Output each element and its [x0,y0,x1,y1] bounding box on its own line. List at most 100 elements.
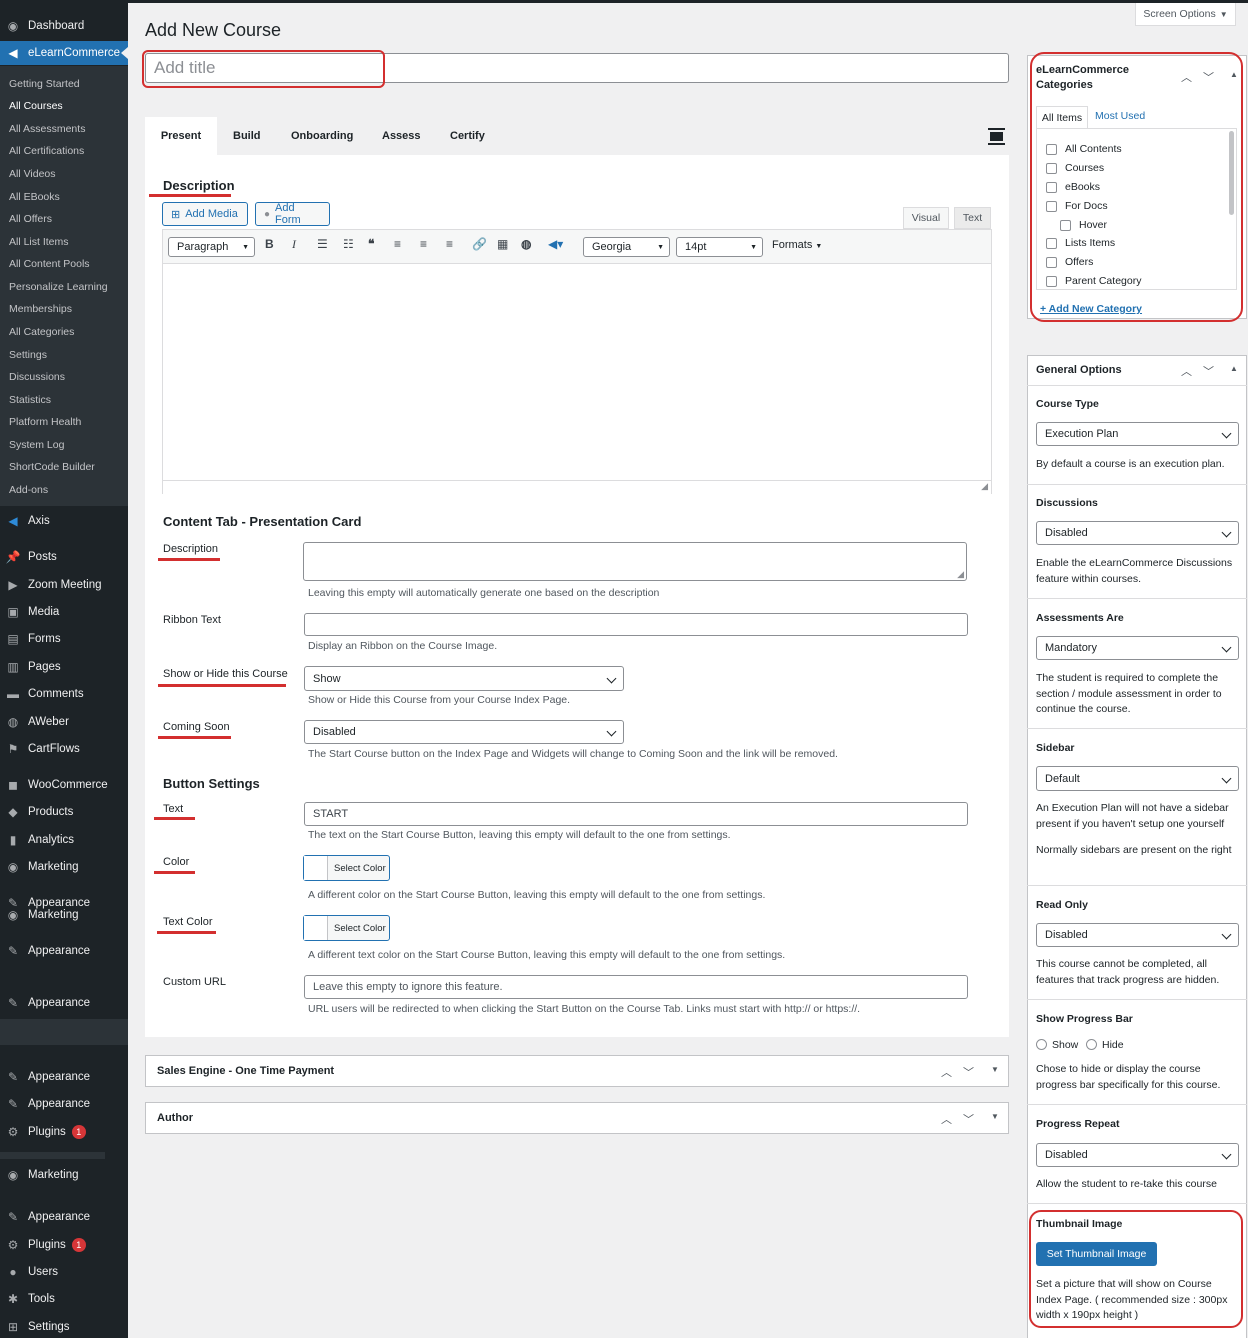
menu-appearance[interactable]: ✎ Appearance [0,1205,128,1229]
progress-hide-radio[interactable] [1086,1039,1097,1050]
add-media-button[interactable]: ⊞ Add Media [162,202,248,226]
menu-analytics[interactable]: ▮ Analytics [0,828,128,852]
menu-aweber[interactable]: ◍ AWeber [0,710,128,734]
submenu-item[interactable]: All EBooks [9,191,60,203]
select-text-color-button[interactable]: Select Color [303,915,390,941]
menu-plugins[interactable]: ⚙ Plugins 1 [0,1233,128,1257]
aweber-icon[interactable]: ◍ [521,237,531,251]
font-family-select[interactable]: Georgia ▼ [583,237,670,257]
menu-posts[interactable]: 📌 Posts [0,545,128,569]
move-up-icon[interactable]: ︿ [941,1064,952,1080]
menu-marketing[interactable]: ◉ Marketing [0,1163,128,1187]
align-right-icon[interactable]: ≡ [446,237,453,251]
submenu-item[interactable]: All List Items [9,236,69,248]
menu-axis[interactable]: ◀ Axis [0,509,128,533]
paragraph-select[interactable]: Paragraph ▼ [168,237,255,257]
button-text-input[interactable]: START [304,802,968,826]
text-tab[interactable]: Text [954,207,991,229]
move-up-icon[interactable]: ︿ [1181,363,1192,379]
move-down-icon[interactable]: ﹀ [963,1111,974,1127]
menu-appearance[interactable]: ✎ Appearance [0,1065,128,1089]
menu-appearance[interactable]: ✎ Appearance [0,991,128,1015]
show-hide-select[interactable]: Show [304,666,624,691]
toggle-panel-icon[interactable]: ▼ [991,1065,999,1074]
custom-url-input[interactable]: Leave this empty to ignore this feature. [304,975,968,999]
menu-elearncommerce[interactable]: ◀ eLearnCommerce [0,41,128,65]
resize-handle-icon[interactable]: ◢ [981,481,988,492]
resize-handle-icon[interactable]: ◢ [957,569,964,580]
menu-marketing[interactable]: ◉ Marketing [0,903,128,927]
menu-settings[interactable]: ⊞ Settings [0,1315,128,1338]
link-icon[interactable]: 🔗 [472,237,487,251]
course-type-select[interactable]: Execution Plan [1036,422,1239,446]
progress-show-radio[interactable] [1036,1039,1047,1050]
submenu-item[interactable]: Platform Health [9,416,81,428]
formats-menu[interactable]: Formats ▼ [772,239,822,251]
tab-present[interactable]: Present [145,117,217,155]
editor-content-area[interactable] [163,264,991,480]
author-box[interactable]: Author ︿ ﹀ ▼ [145,1102,1009,1134]
tab-onboarding[interactable]: Onboarding [291,117,353,155]
tab-build[interactable]: Build [233,117,261,155]
toggle-panel-icon[interactable]: ▼ [991,1112,999,1121]
menu-comments[interactable]: ▬ Comments [0,682,128,706]
submenu-item[interactable]: Memberships [9,303,72,315]
submenu-item[interactable]: Getting Started [9,78,80,90]
tab-assess[interactable]: Assess [382,117,421,155]
submenu-item[interactable]: All Certifications [9,145,84,157]
menu-cartflows[interactable]: ⚑ CartFlows [0,737,128,761]
submenu-item[interactable]: Personalize Learning [9,281,108,293]
italic-icon[interactable]: I [292,237,296,252]
menu-appearance[interactable]: ✎ Appearance [0,1092,128,1116]
discussions-select[interactable]: Disabled [1036,521,1239,545]
submenu-item[interactable]: All Videos [9,168,56,180]
menu-woocommerce[interactable]: ◼ WooCommerce [0,773,128,797]
assessments-select[interactable]: Mandatory [1036,636,1239,660]
font-size-select[interactable]: 14pt ▼ [676,237,763,257]
coming-soon-select[interactable]: Disabled [304,720,624,744]
submenu-item[interactable]: All Categories [9,326,74,338]
blockquote-icon[interactable]: ❝ [368,237,374,251]
menu-appearance[interactable]: ✎ Appearance [0,939,128,963]
submenu-item[interactable]: ShortCode Builder [9,461,95,473]
align-left-icon[interactable]: ≡ [394,237,401,251]
submenu-item[interactable]: Statistics [9,394,51,406]
description-textarea[interactable]: ◢ [303,542,967,581]
menu-users[interactable]: ● Users [0,1260,128,1284]
tab-certify[interactable]: Certify [450,117,485,155]
align-center-icon[interactable]: ≡ [420,237,427,251]
menu-tools[interactable]: ✱ Tools [0,1287,128,1311]
screen-options-button[interactable]: Screen Options ▼ [1135,3,1236,26]
bullet-list-icon[interactable]: ☰ [317,237,328,251]
submenu-item[interactable]: All Content Pools [9,258,90,270]
menu-products[interactable]: ◆ Products [0,800,128,824]
submenu-item[interactable]: Add-ons [9,484,48,496]
submenu-item[interactable]: All Offers [9,213,52,225]
submenu-item[interactable]: All Assessments [9,123,85,135]
sidebar-select[interactable]: Default [1036,766,1239,791]
submenu-item[interactable]: System Log [9,439,64,451]
menu-forms[interactable]: ▤ Forms [0,627,128,651]
submenu-item[interactable]: Settings [9,349,47,361]
submenu-item[interactable]: All Courses [9,100,63,112]
menu-dashboard[interactable]: ◉ Dashboard [0,14,128,38]
menu-marketing[interactable]: ◉ Marketing [0,855,128,879]
toolbar-toggle-icon[interactable]: ▦ [497,237,508,251]
move-down-icon[interactable]: ﹀ [1203,363,1214,379]
menu-zoom-meeting[interactable]: ▶ Zoom Meeting [0,573,128,597]
move-down-icon[interactable]: ﹀ [963,1064,974,1080]
visual-tab[interactable]: Visual [903,207,949,229]
sales-engine-box[interactable]: Sales Engine - One Time Payment ︿ ﹀ ▼ [145,1055,1009,1087]
bold-icon[interactable]: B [265,237,274,251]
select-color-button[interactable]: Select Color [303,855,390,881]
elearncommerce-icon[interactable]: ◀▾ [548,237,563,251]
menu-pages[interactable]: ▥ Pages [0,655,128,679]
add-form-button[interactable]: ● Add Form [255,202,330,226]
fullscreen-toggle-icon[interactable] [988,128,1005,145]
menu-plugins[interactable]: ⚙ Plugins 1 [0,1120,128,1144]
read-only-select[interactable]: Disabled [1036,923,1239,947]
toggle-panel-icon[interactable]: ▲ [1230,364,1238,373]
move-up-icon[interactable]: ︿ [941,1111,952,1127]
numbered-list-icon[interactable]: ☷ [343,237,354,251]
ribbon-text-input[interactable] [304,613,968,636]
